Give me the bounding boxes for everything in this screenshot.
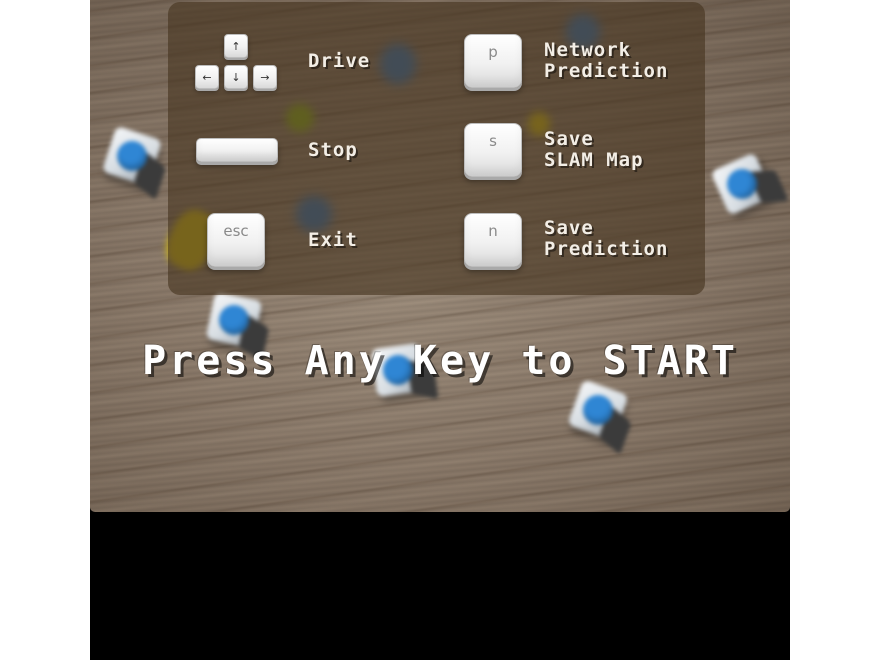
exit-label: Exit <box>308 229 358 251</box>
stop-label: Stop <box>308 139 358 161</box>
esc-key: esc <box>207 213 265 267</box>
arrow-up-key: ↑ <box>224 34 248 58</box>
arrow-down-key: ↓ <box>224 65 248 89</box>
start-prompt[interactable]: Press Any Key to START <box>90 338 790 384</box>
arrow-left-key: ← <box>195 65 219 89</box>
letterbox-bar <box>90 512 790 660</box>
save-slam-map-label: Save SLAM Map <box>544 128 644 171</box>
camera-background: ↑ ← ↓ → Drive Stop esc Exit p Network Pr… <box>90 0 790 512</box>
drive-label: Drive <box>308 50 371 72</box>
spacebar-key <box>196 138 278 162</box>
dice-object <box>710 152 790 216</box>
s-key: s <box>464 123 522 177</box>
network-prediction-label: Network Prediction <box>544 39 669 82</box>
n-key: n <box>464 213 522 267</box>
dice-object <box>567 379 632 455</box>
arrow-right-key: → <box>253 65 277 89</box>
dice-object <box>101 125 167 201</box>
controls-help-panel: ↑ ← ↓ → Drive Stop esc Exit p Network Pr… <box>168 2 705 295</box>
game-window[interactable]: ↑ ← ↓ → Drive Stop esc Exit p Network Pr… <box>90 0 790 660</box>
p-key: p <box>464 34 522 88</box>
save-prediction-label: Save Prediction <box>544 217 669 260</box>
